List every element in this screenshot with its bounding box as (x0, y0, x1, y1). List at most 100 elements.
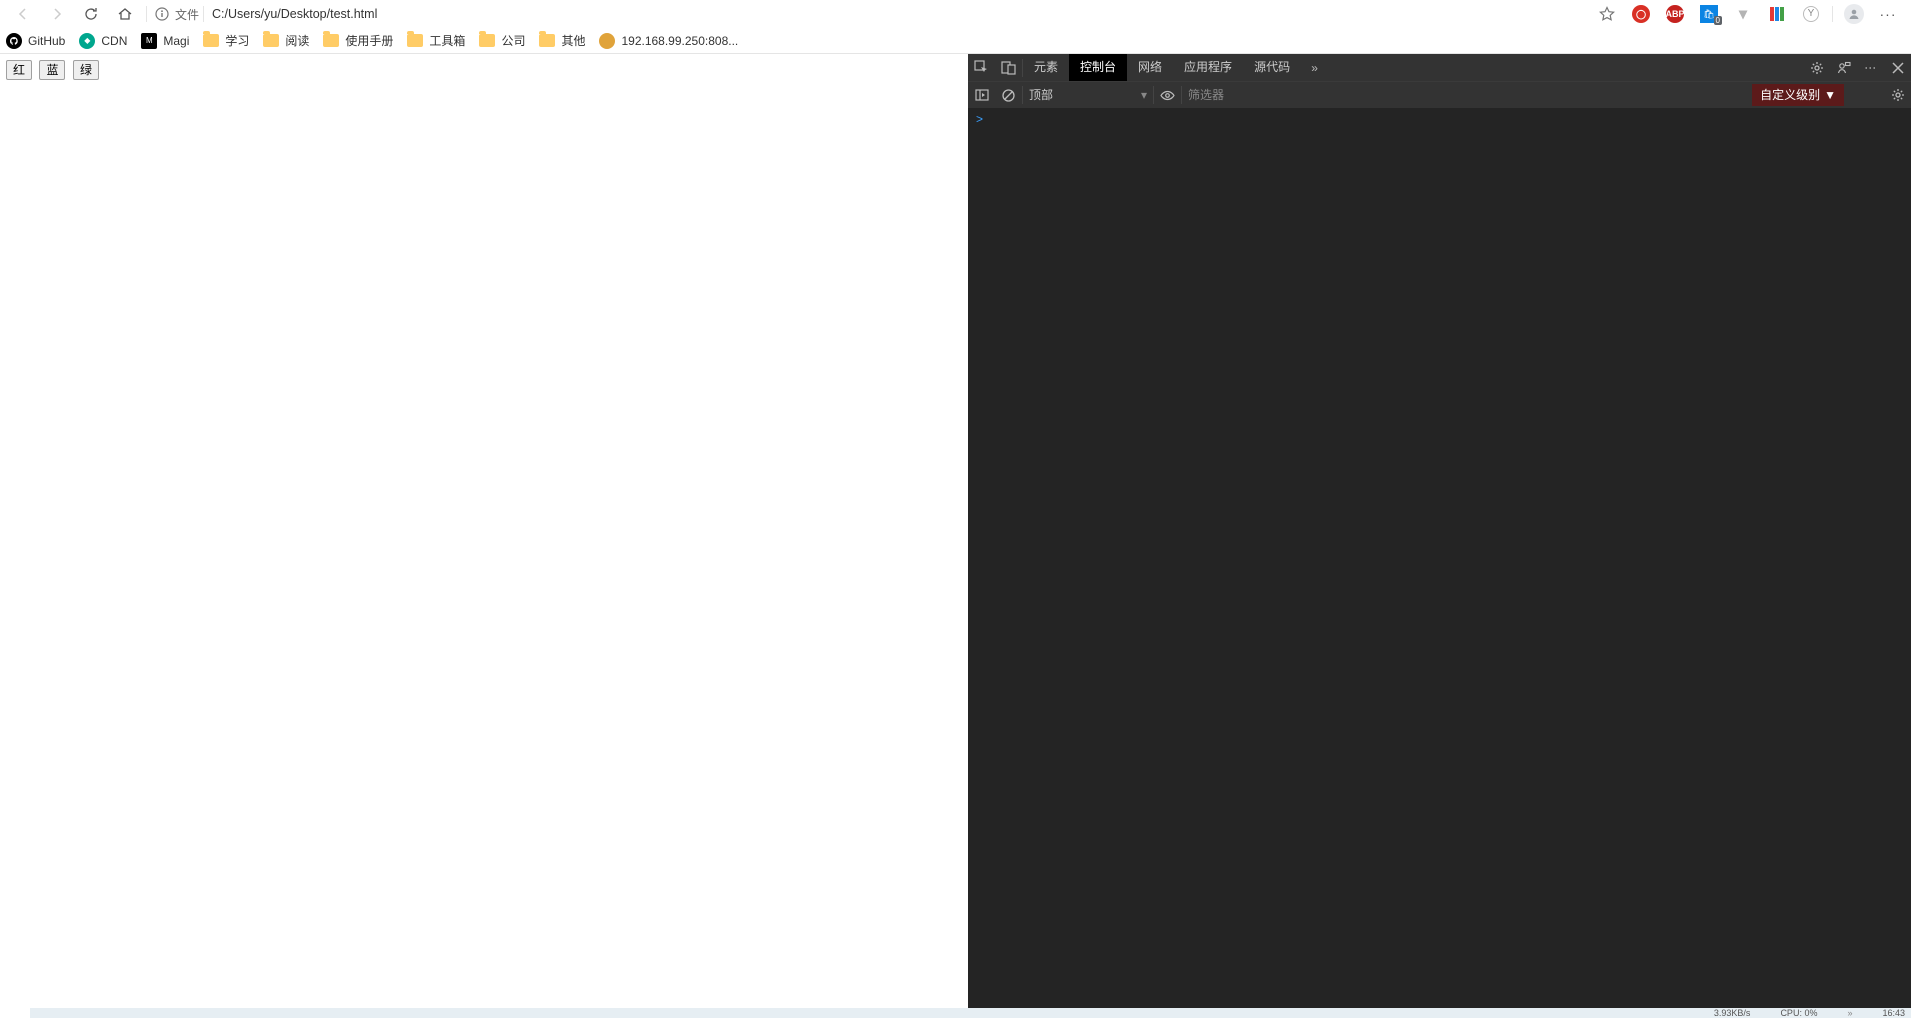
bookmark-label: 阅读 (285, 32, 309, 49)
bookmark-item[interactable]: 公司 (479, 32, 525, 49)
devtools-feedback-button[interactable] (1830, 54, 1857, 81)
bookmark-label: 192.168.99.250:808... (621, 34, 738, 48)
clock: 16:43 (1882, 1008, 1905, 1018)
bookmark-item[interactable]: M Magi (141, 33, 189, 49)
more-tabs-button[interactable]: » (1301, 54, 1328, 81)
profile-avatar-icon (1844, 4, 1864, 24)
bookmark-label: 其他 (561, 32, 585, 49)
extension-abp[interactable]: ABP (1658, 0, 1692, 28)
chevron-down-icon: ▾ (1141, 85, 1147, 105)
close-icon (1892, 62, 1904, 74)
inspect-element-button[interactable] (968, 54, 995, 81)
devtools-menu-button[interactable]: ⋮ (1857, 54, 1884, 81)
cdn-icon: ◆ (79, 33, 95, 49)
extension-gray-v[interactable]: ▾ (1726, 0, 1760, 28)
gear-icon (1891, 88, 1905, 102)
devtools-settings-button[interactable] (1803, 54, 1830, 81)
bookmarks-bar: GitHub ◆ CDN M Magi 学习 阅读 使用手册 工具箱 公司 其他 192.168.99… (0, 28, 1911, 54)
bookmark-item[interactable]: 其他 (539, 32, 585, 49)
abp-icon: ABP (1666, 5, 1684, 23)
button-red[interactable]: 红 (6, 60, 32, 80)
profile-button[interactable] (1837, 0, 1871, 28)
v-icon: ▾ (1739, 4, 1747, 24)
folder-icon (263, 34, 279, 47)
circle-icon: ◯ (1632, 5, 1650, 23)
chevrons-right-icon: » (1311, 61, 1318, 75)
devtools-tabstrip: 元素 控制台 网络 应用程序 源代码 » ⋮ (968, 54, 1911, 81)
separator (203, 6, 204, 22)
log-level-label: 自定义级别 (1760, 84, 1820, 106)
folder-icon (539, 34, 555, 47)
live-expression-button[interactable] (1154, 82, 1181, 109)
chevron-down-icon: ▼ (1824, 84, 1836, 106)
refresh-button[interactable] (74, 0, 108, 28)
ellipsis-icon: ··· (1880, 6, 1897, 22)
home-button[interactable] (108, 0, 142, 28)
bookmark-label: CDN (101, 34, 127, 48)
bookmark-item[interactable]: 192.168.99.250:808... (599, 33, 738, 49)
console-settings-button[interactable] (1884, 82, 1911, 109)
shopping-bag-icon: 🛍0 (1700, 5, 1718, 23)
console-output[interactable]: > (968, 108, 1911, 1008)
back-button[interactable] (6, 0, 40, 28)
separator (146, 6, 147, 22)
context-selector[interactable]: 顶部 ▾ (1023, 85, 1153, 105)
filter-input[interactable] (1182, 85, 1349, 105)
favorite-button[interactable] (1590, 0, 1624, 28)
tab-application[interactable]: 应用程序 (1173, 54, 1243, 81)
bookmark-item[interactable]: ◆ CDN (79, 33, 127, 49)
extension-y[interactable]: Y (1794, 0, 1828, 28)
console-prompt: > (976, 112, 983, 126)
bookmark-item[interactable]: 阅读 (263, 32, 309, 49)
cpu-usage: CPU: 0% (1780, 1008, 1817, 1018)
bookmark-label: 学习 (225, 32, 249, 49)
folder-icon (203, 34, 219, 47)
log-level-selector[interactable]: 自定义级别 ▼ (1752, 84, 1844, 106)
separator (1832, 6, 1833, 22)
bookmark-item[interactable]: GitHub (6, 33, 65, 49)
more-button[interactable]: ··· (1871, 0, 1905, 28)
clear-console-button[interactable] (995, 82, 1022, 109)
bookmark-label: 公司 (501, 32, 525, 49)
bookmark-item[interactable]: 工具箱 (407, 32, 465, 49)
net-speed: 3.93KB/s (1714, 1008, 1751, 1018)
file-label: 文件 (175, 6, 199, 23)
jenkins-icon (599, 33, 615, 49)
y-icon: Y (1803, 6, 1819, 22)
extension-shopping[interactable]: 🛍0 (1692, 0, 1726, 28)
button-green[interactable]: 绿 (73, 60, 99, 80)
context-label: 顶部 (1029, 85, 1053, 105)
vertical-dots-icon: ⋮ (1864, 62, 1878, 73)
bookmark-item[interactable]: 使用手册 (323, 32, 393, 49)
button-blue[interactable]: 蓝 (39, 60, 65, 80)
clear-icon (1002, 89, 1015, 102)
bookmark-label: 使用手册 (345, 32, 393, 49)
bookmark-label: 工具箱 (429, 32, 465, 49)
browser-toolbar: 文件 C:/Users/yu/Desktop/test.html ◯ ABP 🛍… (0, 0, 1911, 28)
tab-sources[interactable]: 源代码 (1243, 54, 1301, 81)
taskbar-sliver: 3.93KB/s CPU: 0% » 16:43 (0, 1008, 1911, 1018)
gear-icon (1810, 61, 1824, 75)
folder-icon (407, 34, 423, 47)
bookmark-label: Magi (163, 34, 189, 48)
page-content: 红 蓝 绿 (0, 54, 968, 1008)
color-blocks-icon (1770, 7, 1784, 21)
tab-console[interactable]: 控制台 (1069, 54, 1127, 81)
devtools-close-button[interactable] (1884, 54, 1911, 81)
tab-network[interactable]: 网络 (1127, 54, 1173, 81)
bookmark-item[interactable]: 学习 (203, 32, 249, 49)
device-toolbar-button[interactable] (995, 54, 1022, 81)
site-info[interactable]: 文件 (155, 6, 199, 23)
badge-count: 0 (1714, 16, 1722, 25)
extension-red-1[interactable]: ◯ (1624, 0, 1658, 28)
magi-icon: M (141, 33, 157, 49)
sidebar-toggle-icon (975, 88, 989, 102)
console-sidebar-toggle[interactable] (968, 82, 995, 109)
forward-button[interactable] (40, 0, 74, 28)
extension-color-blocks[interactable] (1760, 0, 1794, 28)
folder-icon (479, 34, 495, 47)
tab-elements[interactable]: 元素 (1023, 54, 1069, 81)
tray-chevrons-icon[interactable]: » (1847, 1008, 1852, 1018)
address-url[interactable]: C:/Users/yu/Desktop/test.html (212, 7, 377, 21)
bookmark-label: GitHub (28, 34, 65, 48)
